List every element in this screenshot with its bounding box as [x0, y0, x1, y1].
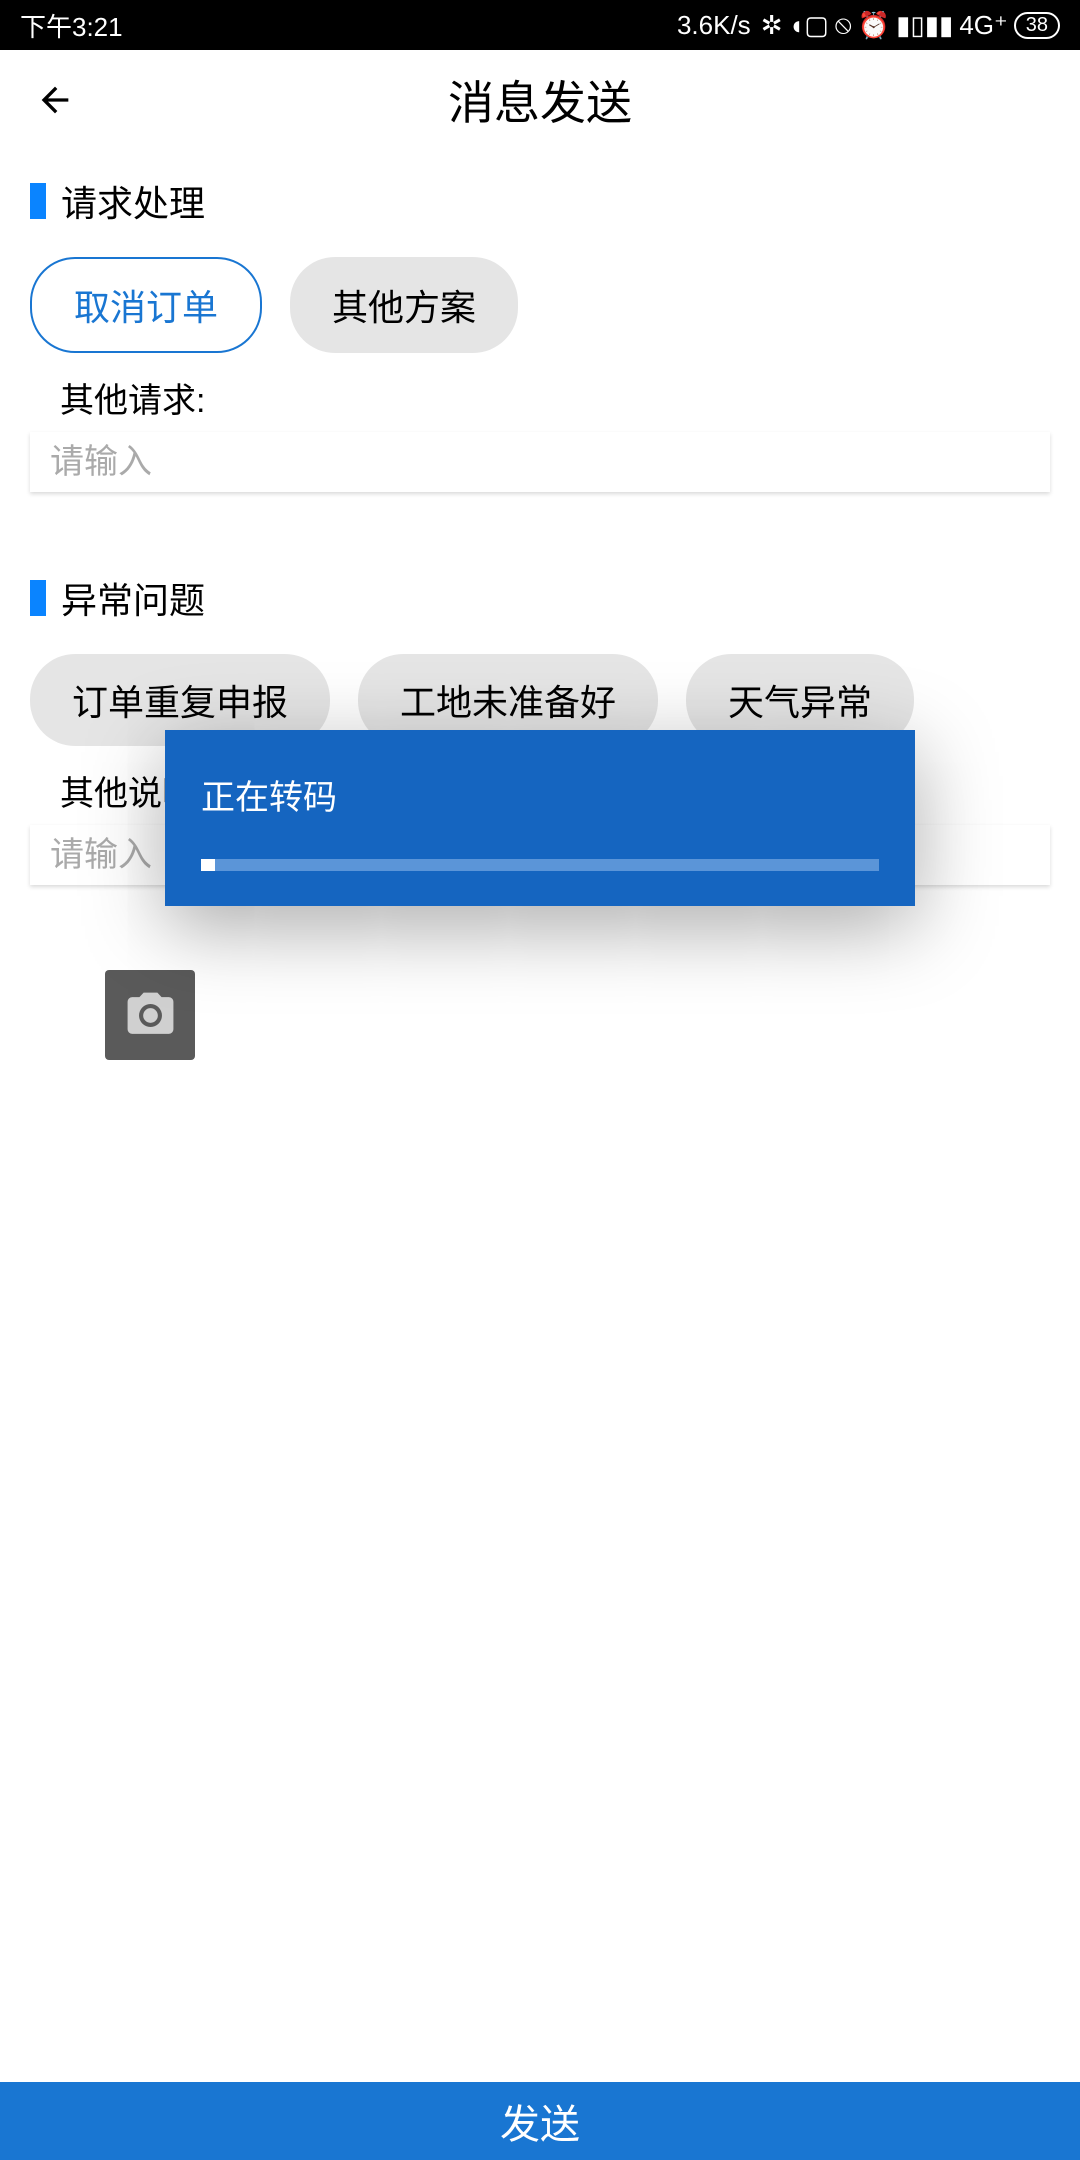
progress-fill — [201, 859, 215, 871]
arrow-left-icon — [35, 80, 75, 120]
page-title: 消息发送 — [448, 67, 632, 133]
camera-icon — [123, 988, 178, 1043]
status-speed: 3.6K/s — [677, 10, 751, 41]
section-issue-title: 异常问题 — [61, 572, 205, 624]
signal-icon: ▮▯▮▮ — [896, 10, 953, 41]
status-bar: 下午3:21 3.6K/s ✲ ◖▢ ⦸ ⏰ ▮▯▮▮ 4G⁺ 38 — [0, 0, 1080, 50]
alarm-icon: ⏰ — [858, 10, 890, 41]
section-issue-header: 异常问题 — [30, 572, 1050, 624]
battery-pct: 38 — [1014, 12, 1060, 39]
bluetooth-icon: ✲ — [761, 10, 783, 41]
section-marker — [30, 580, 46, 616]
status-icons: ✲ ◖▢ ⦸ ⏰ ▮▯▮▮ 4G⁺ 38 — [761, 9, 1060, 41]
chip-other-plan[interactable]: 其他方案 — [290, 257, 518, 353]
battery-icon: ◖▢ — [788, 10, 828, 41]
other-request-label: 其他请求: — [60, 373, 1050, 422]
dialog-title: 正在转码 — [201, 770, 879, 819]
app-header: 消息发送 — [0, 50, 1080, 150]
status-right: 3.6K/s ✲ ◖▢ ⦸ ⏰ ▮▯▮▮ 4G⁺ 38 — [677, 9, 1060, 41]
other-request-input[interactable] — [30, 432, 1050, 492]
mute-icon: ⦸ — [835, 9, 852, 41]
send-button[interactable]: 发送 — [0, 2082, 1080, 2160]
camera-button[interactable] — [105, 970, 195, 1060]
content-area: 请求处理 取消订单 其他方案 其他请求: 异常问题 订单重复申报 工地未准备好 … — [0, 150, 1080, 1075]
transcoding-dialog: 正在转码 — [165, 730, 915, 906]
back-button[interactable] — [30, 75, 80, 125]
status-time: 下午3:21 — [20, 7, 123, 44]
section-request-title: 请求处理 — [61, 175, 205, 227]
section-request-header: 请求处理 — [30, 175, 1050, 227]
chip-cancel-order[interactable]: 取消订单 — [30, 257, 262, 353]
progress-bar — [201, 859, 879, 871]
section-marker — [30, 183, 46, 219]
request-chips: 取消订单 其他方案 — [30, 257, 1050, 353]
network-type: 4G⁺ — [959, 10, 1007, 41]
